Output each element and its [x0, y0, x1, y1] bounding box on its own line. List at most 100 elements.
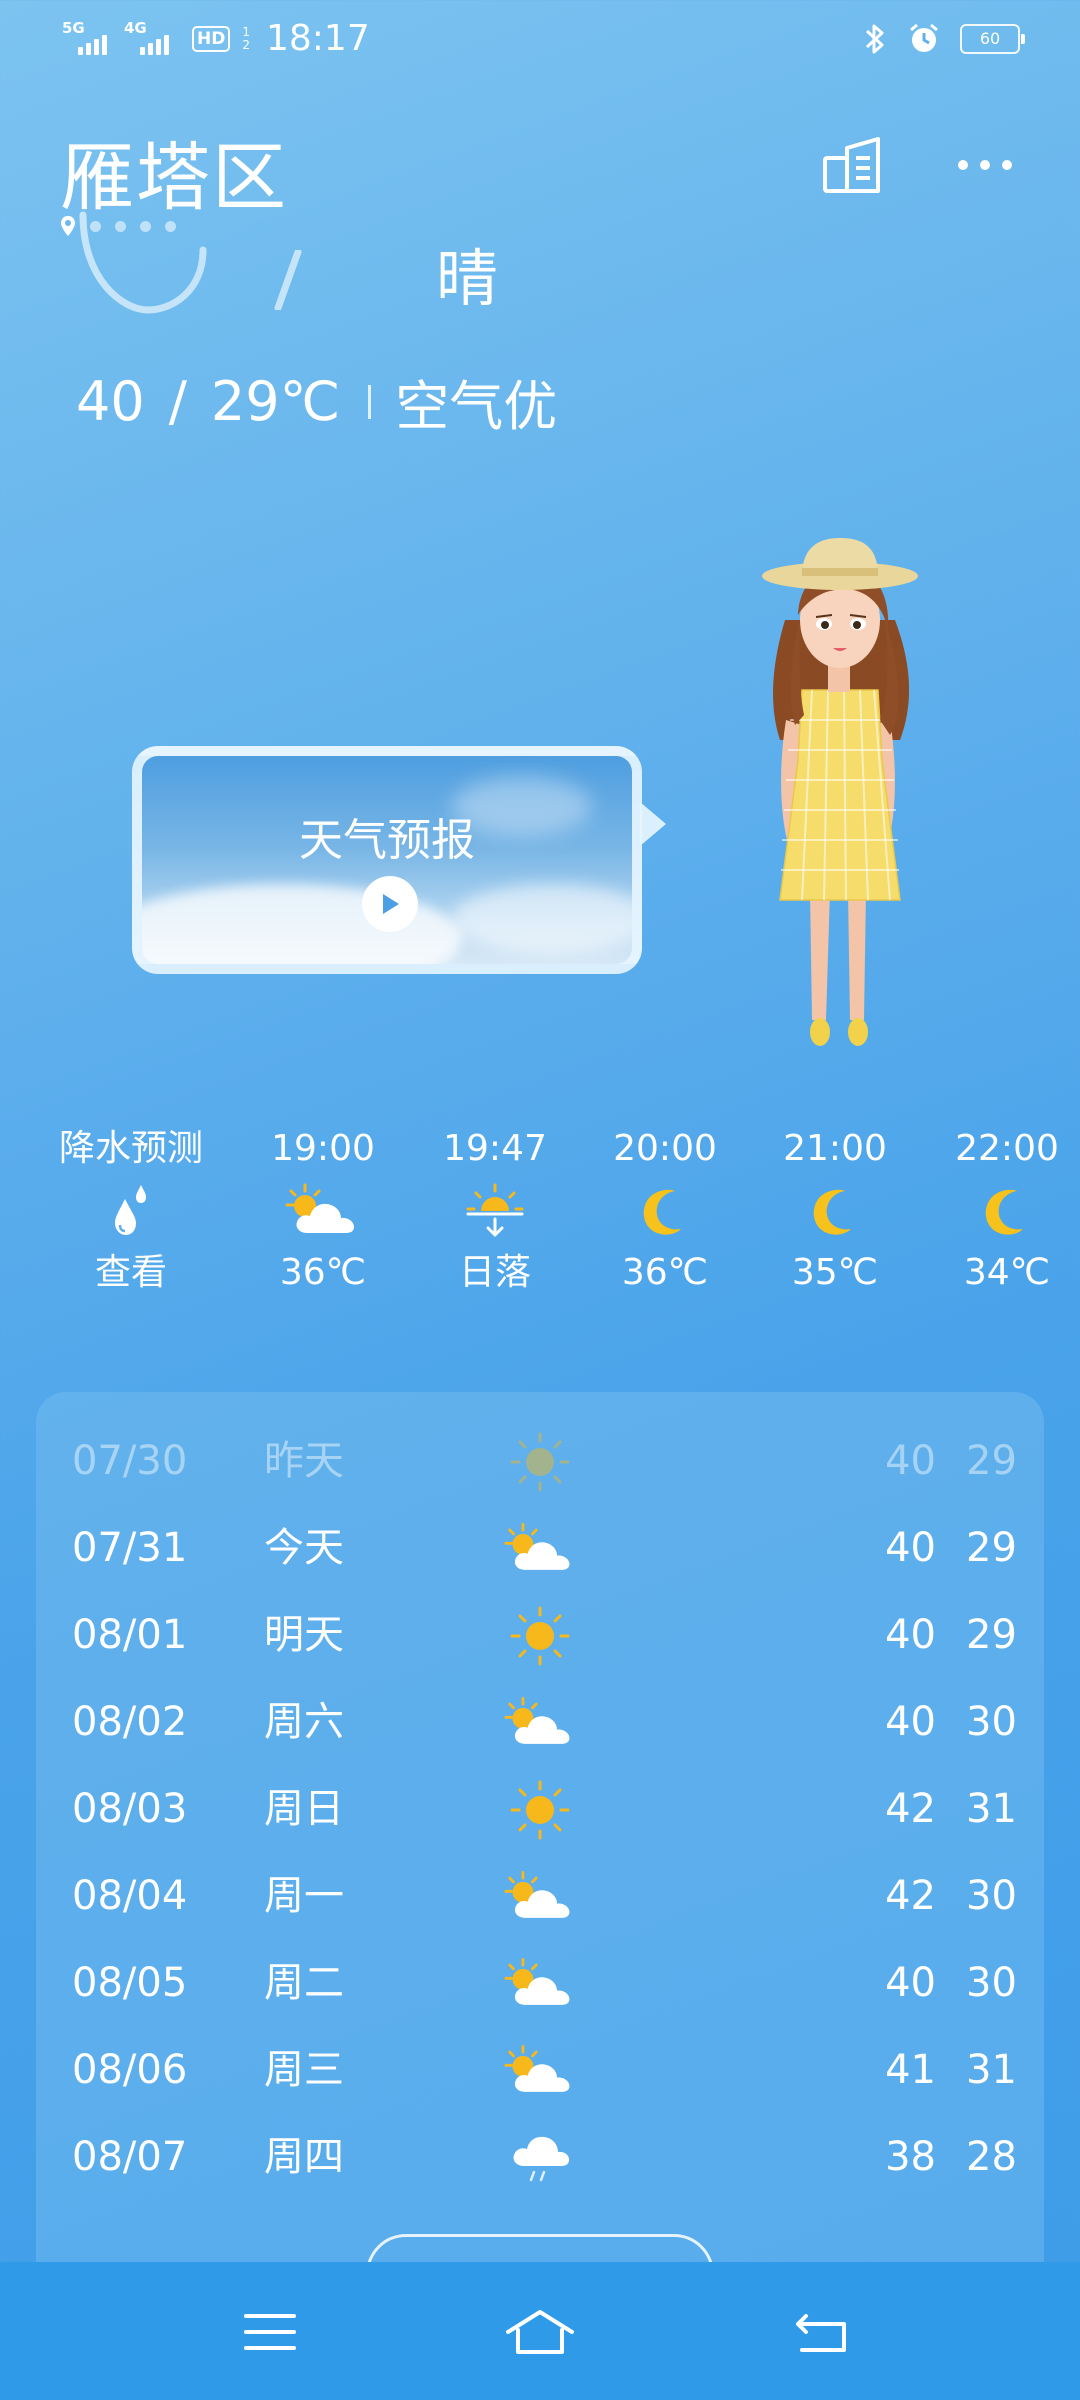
light-rain-icon: [513, 2136, 570, 2182]
daily-low: 30: [966, 1699, 1017, 1745]
sunny-icon: [510, 1432, 570, 1492]
partly-cloudy-icon: [504, 2044, 570, 2092]
back-icon: [796, 2314, 846, 2352]
daily-row[interactable]: 08/04 周一 42 30: [36, 1853, 1044, 1940]
home-button[interactable]: [500, 2292, 580, 2372]
hourly-item: 20:00 36℃: [580, 1126, 750, 1296]
daily-weekday: 周一: [264, 1873, 344, 1919]
location-pin-icon: [61, 216, 75, 236]
hourly-value: 36℃: [621, 1252, 709, 1293]
hd-voice-badge: HD: [192, 25, 231, 52]
daily-high: 38: [885, 2134, 936, 2180]
temperature-glyph-decoration: [274, 250, 302, 310]
temp-low: 29℃: [210, 370, 341, 433]
battery-indicator: 60: [960, 24, 1025, 54]
sunny-icon: [510, 1780, 570, 1840]
daily-high: 40: [885, 1612, 936, 1658]
daily-low: 29: [966, 1612, 1017, 1658]
daily-weekday: 周二: [264, 1960, 344, 2006]
hourly-time: 19:47: [443, 1128, 547, 1169]
daily-low: 30: [966, 1960, 1017, 2006]
daily-weekday: 周日: [264, 1786, 344, 1832]
partly-cloudy-icon: [285, 1183, 355, 1233]
daily-row[interactable]: 07/31 今天 40 29: [36, 1505, 1044, 1592]
daily-high: 41: [885, 2047, 936, 2093]
daily-low: 31: [966, 1786, 1017, 1832]
daily-row[interactable]: 08/07 周四 38 28: [36, 2114, 1044, 2201]
bluetooth-icon: [865, 24, 884, 54]
video-card-title: 天气预报: [299, 815, 475, 866]
daily-low: 29: [966, 1438, 1017, 1484]
daily-low: 28: [966, 2134, 1017, 2180]
daily-date: 08/06: [72, 2047, 188, 2093]
daily-date: 08/02: [72, 1699, 188, 1745]
play-icon: [383, 894, 399, 914]
daily-high: 40: [885, 1960, 936, 2006]
daily-date: 08/07: [72, 2134, 188, 2180]
daily-row[interactable]: 08/03 周日 42 31: [36, 1766, 1044, 1853]
city-name[interactable]: 雁塔区: [60, 118, 288, 225]
home-icon: [506, 2310, 574, 2354]
weather-character-illustration[interactable]: [740, 520, 940, 1080]
signal-5g-icon: 5G: [62, 18, 114, 57]
weather-video-card[interactable]: 天气预报: [132, 746, 642, 974]
hourly-item: 19:47 日落: [410, 1126, 580, 1296]
sunny-icon: [510, 1606, 570, 1666]
daily-weekday: 周四: [264, 2134, 344, 2180]
hd-sim-indicator: 1 2: [242, 24, 250, 52]
air-quality[interactable]: 空气优: [395, 362, 557, 441]
hourly-forecast: 降水预测 查看 19:00 36℃ 19:47 日落 20:00 36℃ 21:…: [0, 1126, 1080, 1326]
daily-date: 07/30: [72, 1438, 188, 1484]
daily-high: 42: [885, 1786, 936, 1832]
daily-row[interactable]: 07/30 昨天 40 29: [36, 1418, 1044, 1505]
daily-row[interactable]: 08/06 周三 41 31: [36, 2027, 1044, 2114]
daily-high: 40: [885, 1699, 936, 1745]
daily-row[interactable]: 08/05 周二 40 30: [36, 1940, 1044, 2027]
daily-low: 30: [966, 1873, 1017, 1919]
raindrops-icon: [115, 1185, 146, 1235]
sunset-icon: [466, 1183, 524, 1237]
hourly-value: 查看: [94, 1252, 167, 1293]
hd-sim-1: 1: [242, 24, 250, 39]
daily-row[interactable]: 08/02 周六 40 30: [36, 1679, 1044, 1766]
daily-high: 40: [885, 1438, 936, 1484]
daily-date: 08/01: [72, 1612, 188, 1658]
hourly-time: 21:00: [783, 1128, 887, 1169]
daily-weekday: 昨天: [264, 1438, 344, 1484]
hourly-value: 36℃: [279, 1252, 367, 1293]
system-navigation-bar: [0, 2262, 1080, 2400]
daily-row[interactable]: 08/01 明天 40 29: [36, 1592, 1044, 1679]
divider: [368, 384, 372, 419]
current-condition: 晴: [436, 242, 499, 315]
moon-icon: [813, 1189, 851, 1235]
hourly-item: 21:00 35℃: [750, 1126, 920, 1296]
menu-icon: [244, 2314, 296, 2350]
buildings-icon: [823, 137, 880, 193]
network-type-2: 4G: [124, 18, 147, 37]
signal-4g-icon: 4G: [124, 18, 176, 57]
alarm-icon: [910, 23, 938, 52]
daily-high: 40: [885, 1525, 936, 1571]
partly-cloudy-icon: [504, 1870, 570, 1918]
network-type-1: 5G: [62, 18, 85, 37]
daily-date: 08/05: [72, 1960, 188, 2006]
menu-button[interactable]: [230, 2292, 310, 2372]
precipitation-forecast-item[interactable]: 降水预测 查看: [46, 1126, 216, 1296]
hourly-value: 日落: [458, 1252, 531, 1293]
play-button[interactable]: [362, 876, 418, 932]
city-manage-button[interactable]: [818, 130, 888, 200]
more-dots-icon: [958, 160, 1012, 170]
hourly-item: 22:00 34℃: [922, 1126, 1080, 1296]
partly-cloudy-icon: [504, 1696, 570, 1744]
hourly-time: 22:00: [955, 1128, 1059, 1169]
more-options-button[interactable]: [950, 130, 1020, 200]
status-time: 18:17: [265, 18, 370, 59]
daily-weekday: 周六: [264, 1699, 344, 1745]
temp-high: 40: [76, 370, 145, 433]
status-bar: 5G 4G HD 1 2 18:17 60: [0, 0, 1080, 80]
daily-weekday: 今天: [264, 1525, 344, 1571]
back-button[interactable]: [782, 2292, 862, 2372]
hourly-time: 19:00: [271, 1128, 375, 1169]
temperature-range: 40 / 29℃ 空气优: [76, 362, 557, 441]
moon-icon: [985, 1189, 1023, 1235]
